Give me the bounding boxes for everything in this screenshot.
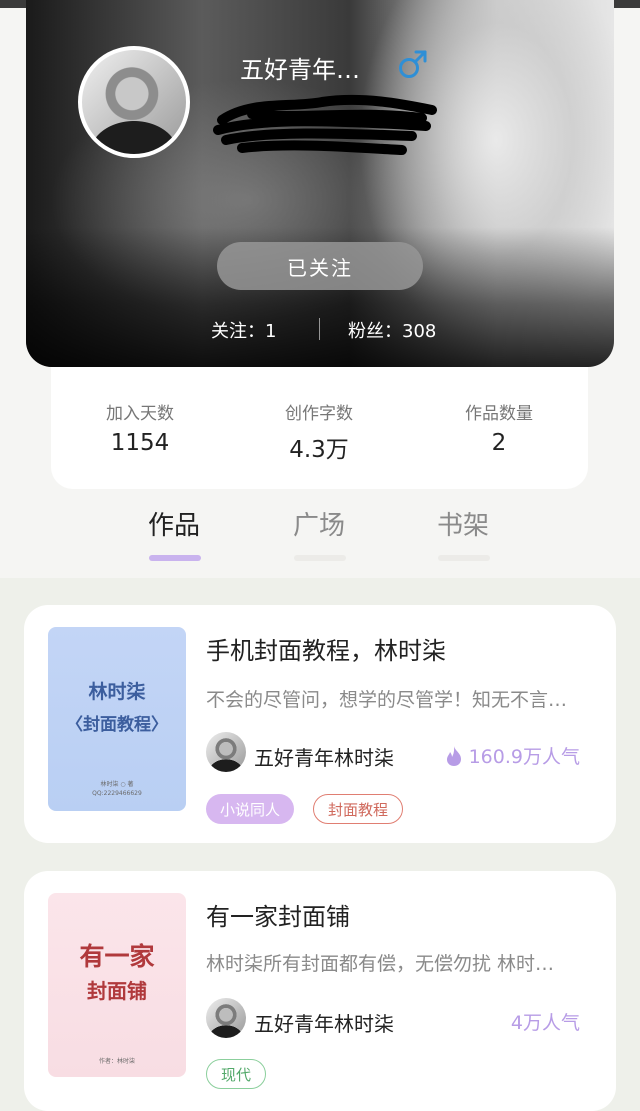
cover-title: 有一家 xyxy=(79,942,155,971)
author-name[interactable]: 五好青年林时柒 xyxy=(254,742,394,771)
profile-header: 五好青年… 已关注 关注：1 粉丝：308 xyxy=(26,0,614,367)
tab-bookshelf-indicator xyxy=(438,555,490,561)
author-avatar[interactable] xyxy=(206,732,246,772)
words-label: 创作字数 xyxy=(285,404,353,424)
works-list: 林时柒 〈封面教程〉 林时柒 ○ 著 QQ:2229466629 手机封面教程，… xyxy=(0,578,640,1111)
tab-bookshelf[interactable]: 书架 xyxy=(437,505,489,542)
username: 五好青年… xyxy=(240,56,360,84)
popularity-value: 4万人气 xyxy=(510,1012,580,1034)
work-card[interactable]: 有一家 封面铺 作者：林时柒 有一家封面铺 林时柒所有封面都有偿，无偿勿扰 林时… xyxy=(24,871,616,1111)
popularity: 4万人气 xyxy=(511,1008,580,1035)
book-cover[interactable]: 有一家 封面铺 作者：林时柒 xyxy=(48,893,186,1077)
tab-bar: 作品 广场 书架 xyxy=(0,505,640,565)
tag[interactable]: 小说同人 xyxy=(206,794,295,824)
tab-plaza[interactable]: 广场 xyxy=(293,505,345,542)
male-icon xyxy=(399,50,427,78)
works-label: 作品数量 xyxy=(465,404,533,424)
words-value: 4.3万 xyxy=(289,437,349,463)
divider xyxy=(319,318,320,340)
join-days-stat: 加入天数 1154 xyxy=(60,399,220,456)
avatar[interactable] xyxy=(78,46,190,158)
work-card[interactable]: 林时柒 〈封面教程〉 林时柒 ○ 著 QQ:2229466629 手机封面教程，… xyxy=(24,605,616,843)
tab-works[interactable]: 作品 xyxy=(148,505,200,542)
author-avatar[interactable] xyxy=(206,998,246,1038)
following-count[interactable]: 关注：1 xyxy=(211,317,276,343)
cover-contact: QQ:2229466629 xyxy=(92,790,142,797)
work-title[interactable]: 有一家封面铺 xyxy=(206,897,350,932)
works-stat: 作品数量 2 xyxy=(419,399,579,456)
fans-count[interactable]: 粉丝：308 xyxy=(348,317,436,343)
redaction-scribble xyxy=(213,94,437,155)
tab-works-indicator xyxy=(149,555,201,561)
tag[interactable]: 封面教程 xyxy=(313,794,404,824)
follow-button[interactable]: 已关注 xyxy=(217,242,423,290)
cover-subtitle: 〈封面教程〉 xyxy=(66,715,168,735)
words-stat: 创作字数 4.3万 xyxy=(239,399,399,464)
cover-author: 作者：林时柒 xyxy=(98,1058,135,1065)
popularity: 160.9万人气 xyxy=(445,742,580,769)
author-name[interactable]: 五好青年林时柒 xyxy=(254,1008,394,1037)
cover-subtitle: 封面铺 xyxy=(87,979,147,1003)
work-title[interactable]: 手机封面教程，林时柒 xyxy=(206,631,446,666)
join-days-value: 1154 xyxy=(110,430,170,456)
cover-author: 林时柒 ○ 著 xyxy=(100,781,134,788)
tag[interactable]: 现代 xyxy=(206,1059,267,1089)
work-description: 不会的尽管问，想学的尽管学！知无不言… xyxy=(206,689,568,711)
cover-title: 林时柒 xyxy=(88,681,146,703)
work-description: 林时柒所有封面都有偿，无偿勿扰 林时… xyxy=(206,953,555,975)
author-stats-card: 加入天数 1154 创作字数 4.3万 作品数量 2 xyxy=(51,367,588,489)
popularity-value: 160.9万人气 xyxy=(468,746,580,768)
follow-stats: 关注：1 粉丝：308 xyxy=(26,314,614,344)
works-value: 2 xyxy=(491,430,507,456)
tab-plaza-indicator xyxy=(294,555,346,561)
book-cover[interactable]: 林时柒 〈封面教程〉 林时柒 ○ 著 QQ:2229466629 xyxy=(48,627,186,811)
flame-icon xyxy=(446,745,461,766)
join-days-label: 加入天数 xyxy=(106,404,174,424)
